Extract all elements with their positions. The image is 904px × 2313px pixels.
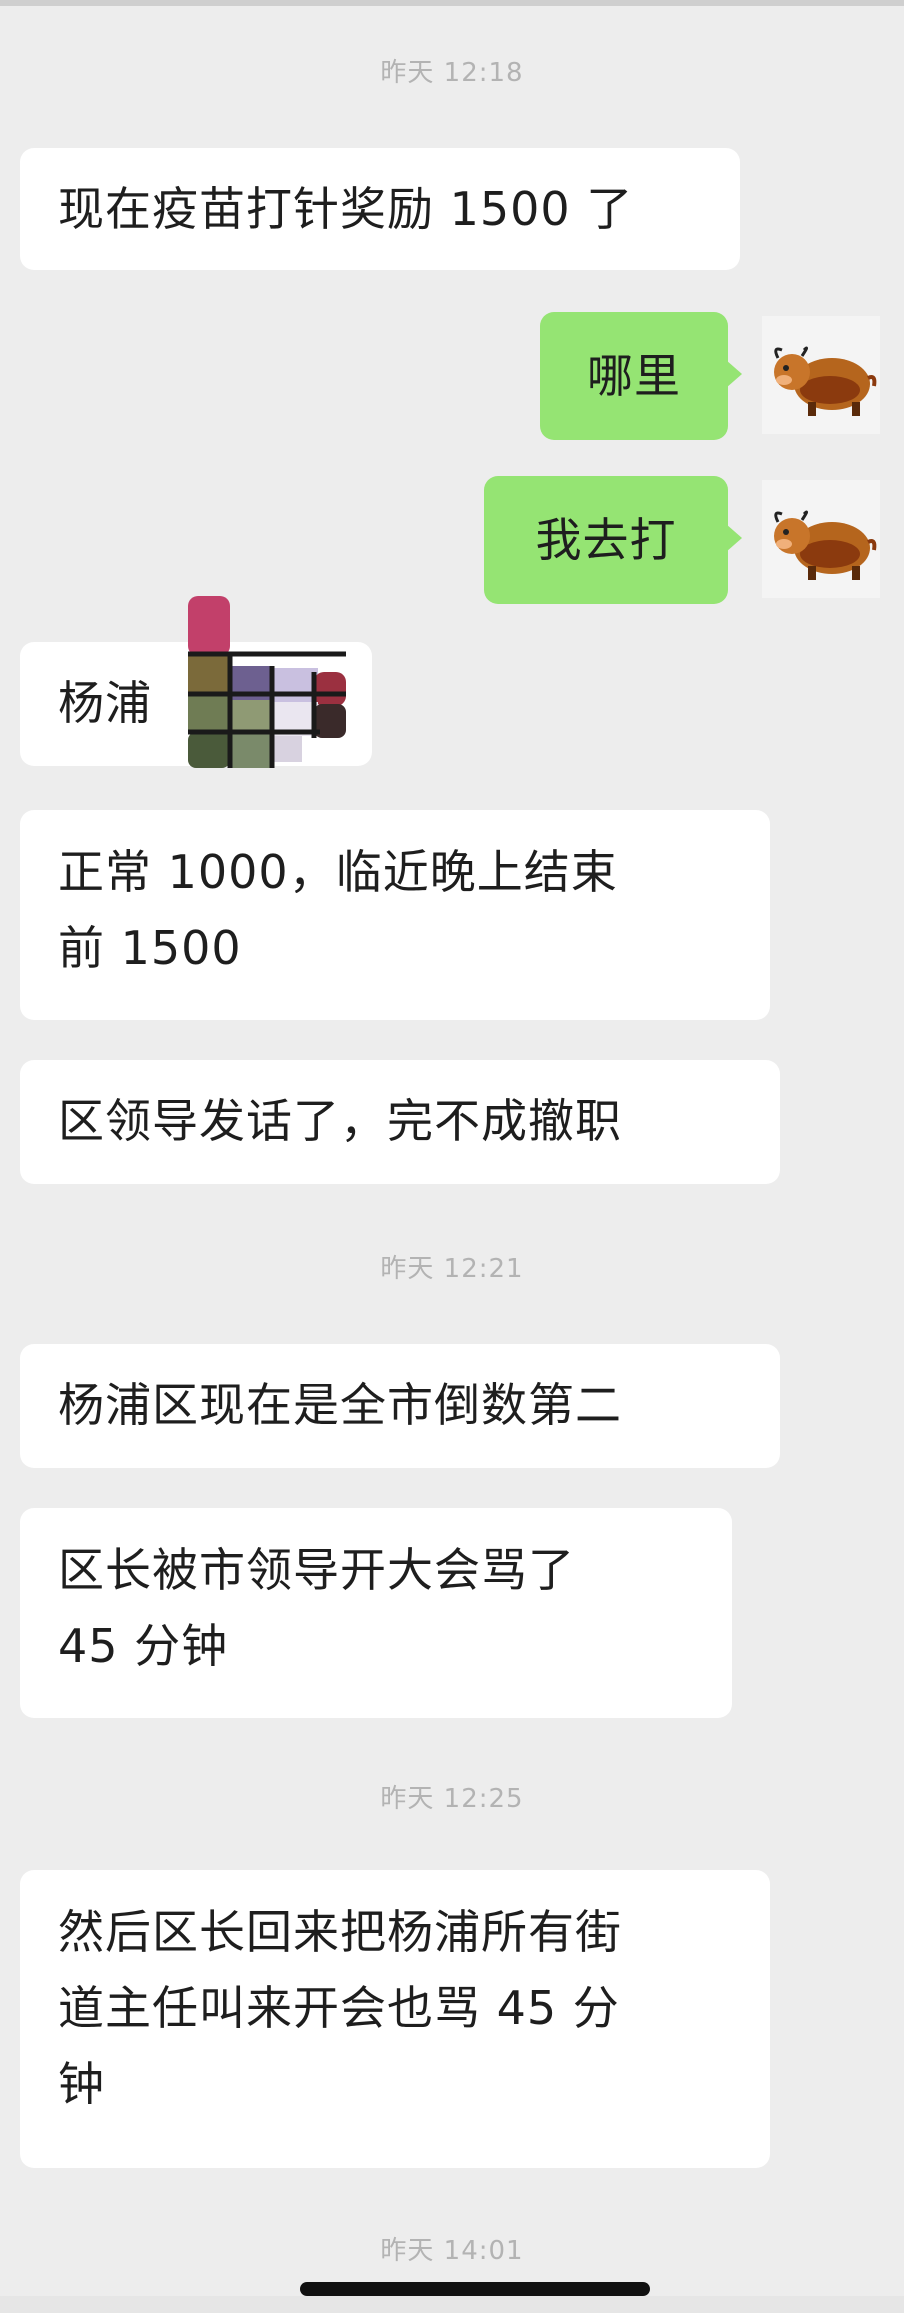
message-bubble-incoming[interactable]: 杨浦区现在是全市倒数第二 bbox=[20, 1344, 780, 1468]
mosaic-redaction-icon bbox=[180, 596, 356, 776]
message-bubble-incoming[interactable]: 正常 1000，临近晚上结束 前 1500 bbox=[20, 810, 770, 1020]
message-text: 杨浦区现在是全市倒数第二 bbox=[58, 1378, 622, 1432]
timestamp: 昨天 14:01 bbox=[380, 2236, 524, 2266]
message-text-line: 然后区长回来把杨浦所有街 bbox=[58, 1905, 622, 1959]
message-text: 我去打 bbox=[535, 513, 677, 567]
timestamp: 昨天 12:18 bbox=[380, 58, 524, 88]
message-text-line: 正常 1000，临近晚上结束 bbox=[58, 845, 618, 899]
message-text: 杨浦 bbox=[58, 676, 152, 730]
message-bubble-incoming[interactable]: 区长被市领导开大会骂了 45 分钟 bbox=[20, 1508, 732, 1718]
top-edge bbox=[0, 0, 904, 6]
message-text-line: 前 1500 bbox=[58, 921, 242, 975]
user-avatar[interactable] bbox=[762, 316, 880, 434]
message-text-line: 45 分钟 bbox=[58, 1619, 229, 1673]
message-text-line: 道主任叫来开会也骂 45 分 bbox=[58, 1981, 620, 2035]
ox-avatar-icon bbox=[762, 480, 880, 598]
message-text: 哪里 bbox=[587, 349, 681, 403]
message-text-line: 钟 bbox=[58, 2057, 105, 2111]
user-avatar[interactable] bbox=[762, 480, 880, 598]
message-bubble-incoming[interactable]: 现在疫苗打针奖励 1500 了 bbox=[20, 148, 740, 270]
timestamp: 昨天 12:21 bbox=[380, 1254, 524, 1284]
message-bubble-incoming[interactable]: 然后区长回来把杨浦所有街 道主任叫来开会也骂 45 分 钟 bbox=[20, 1870, 770, 2168]
bottom-edge bbox=[0, 2296, 904, 2313]
message-bubble-incoming[interactable]: 区领导发话了，完不成撤职 bbox=[20, 1060, 780, 1184]
message-bubble-outgoing[interactable]: 哪里 bbox=[540, 312, 742, 440]
message-text-line: 区长被市领导开大会骂了 bbox=[58, 1543, 575, 1597]
message-text: 现在疫苗打针奖励 1500 了 bbox=[58, 182, 634, 236]
message-text: 区领导发话了，完不成撤职 bbox=[58, 1094, 622, 1148]
timestamp: 昨天 12:25 bbox=[380, 1784, 524, 1814]
message-bubble-outgoing[interactable]: 我去打 bbox=[484, 476, 742, 604]
ox-avatar-icon bbox=[762, 316, 880, 434]
home-indicator[interactable] bbox=[300, 2282, 650, 2296]
